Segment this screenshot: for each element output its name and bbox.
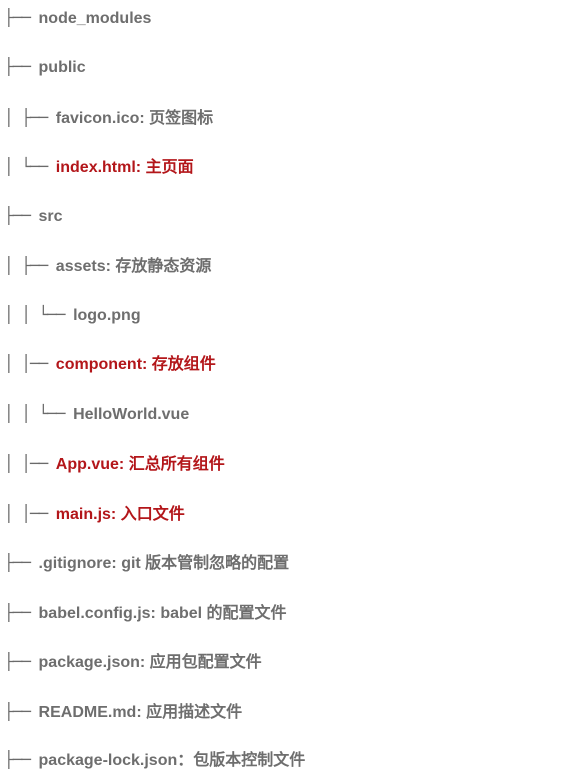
tree-row-favicon: │ ├── favicon.ico: 页签图标 (4, 105, 213, 131)
tree-branch-connector: ├── (4, 57, 39, 76)
tree-row-label: package.json: 应用包配置文件 (38, 654, 262, 671)
tree-branch-connector: ├── (4, 553, 39, 572)
tree-branch-connector: │ │ └── (4, 404, 74, 423)
tree-branch-connector: │ │── (4, 454, 56, 473)
tree-row-label: package-lock.json：包版本控制文件 (38, 752, 306, 769)
tree-branch-connector: ├── (4, 206, 39, 225)
tree-row-babel-config: ├── babel.config.js: babel 的配置文件 (4, 600, 287, 626)
tree-row-label: babel.config.js: babel 的配置文件 (38, 605, 287, 622)
tree-row-logo: │ │ └── logo.png (4, 302, 141, 328)
tree-row-label: HelloWorld.vue (73, 406, 190, 423)
tree-branch-connector: │ │ └── (4, 305, 74, 324)
tree-row-label: index.html: 主页面 (55, 159, 194, 176)
tree-row-package-json: ├── package.json: 应用包配置文件 (4, 649, 262, 675)
tree-row-label: logo.png (73, 307, 141, 324)
tree-row-label: favicon.ico: 页签图标 (55, 110, 214, 127)
tree-row-label: README.md: 应用描述文件 (38, 704, 243, 721)
tree-row-label: App.vue: 汇总所有组件 (55, 456, 225, 473)
tree-branch-connector: ├── (4, 702, 39, 721)
tree-branch-connector: │ │── (4, 354, 56, 373)
tree-row-src: ├── src (4, 203, 63, 229)
tree-row-main-js: │ │── main.js: 入口文件 (4, 501, 185, 527)
tree-row-label: public (38, 59, 86, 76)
tree-branch-connector: ├── (4, 750, 39, 769)
tree-branch-connector: ├── (4, 8, 39, 27)
tree-row-helloworld: │ │ └── HelloWorld.vue (4, 401, 189, 427)
tree-row-package-lock: ├── package-lock.json：包版本控制文件 (4, 747, 305, 773)
tree-row-label: assets: 存放静态资源 (55, 258, 212, 275)
tree-row-label: .gitignore: git 版本管制忽略的配置 (38, 555, 290, 572)
tree-branch-connector: │ └── (4, 157, 56, 176)
tree-branch-connector: ├── (4, 652, 39, 671)
tree-row-assets: │ ├── assets: 存放静态资源 (4, 253, 211, 279)
tree-row-readme: ├── README.md: 应用描述文件 (4, 699, 242, 725)
file-tree: ├── node_modules ├── public │ ├── favico… (0, 0, 563, 775)
tree-row-public: ├── public (4, 54, 86, 80)
tree-row-app-vue: │ │── App.vue: 汇总所有组件 (4, 451, 225, 477)
tree-row-index-html: │ └── index.html: 主页面 (4, 154, 194, 180)
tree-row-label: component: 存放组件 (55, 356, 216, 373)
tree-row-gitignore: ├── .gitignore: git 版本管制忽略的配置 (4, 550, 289, 576)
tree-row-label: src (38, 208, 63, 225)
tree-row-component: │ │── component: 存放组件 (4, 351, 216, 377)
tree-branch-connector: │ ├── (4, 256, 56, 275)
tree-row-node-modules: ├── node_modules (4, 5, 151, 31)
tree-branch-connector: ├── (4, 603, 39, 622)
tree-branch-connector: │ │── (4, 504, 56, 523)
tree-branch-connector: │ ├── (4, 108, 56, 127)
tree-row-label: main.js: 入口文件 (55, 506, 185, 523)
tree-row-label: node_modules (38, 10, 152, 27)
